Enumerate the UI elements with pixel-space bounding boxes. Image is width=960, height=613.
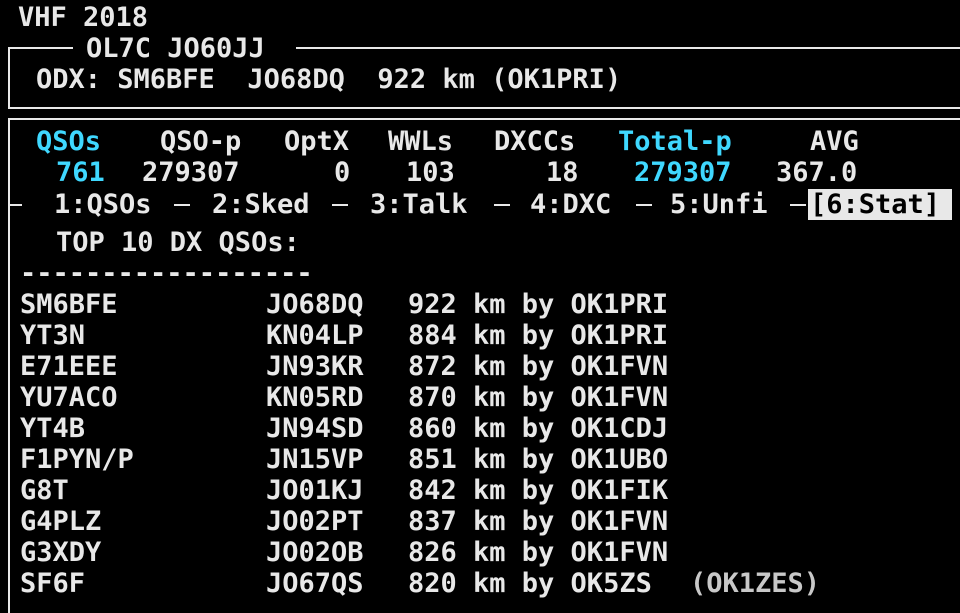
stat-value-optx: 0 xyxy=(334,157,351,188)
dx-list-separator: ------------------ xyxy=(20,258,313,289)
box-left-border xyxy=(8,47,10,109)
stat-value-total-p: 279307 xyxy=(634,157,732,188)
dx-locator: JO02PT xyxy=(266,506,364,537)
stat-value-qsos: 761 xyxy=(56,157,105,188)
dx-call: G8T xyxy=(20,475,69,506)
stat-header-dxccs: DXCCs xyxy=(494,126,576,157)
dx-call: YT4B xyxy=(20,413,86,444)
stat-header-avg: AVG xyxy=(810,126,859,157)
tab-qsos[interactable]: 1:QSOs xyxy=(54,189,152,220)
tab-separator xyxy=(790,204,806,206)
stat-header-total-p: Total-p xyxy=(618,126,732,157)
table-row: SM6BFE JO68DQ 922 km by OK1PRI xyxy=(0,289,960,320)
box-bottom-border xyxy=(8,107,960,109)
stat-header-wwls: WWLs xyxy=(388,126,454,157)
dx-locator: KN04LP xyxy=(266,320,364,351)
dx-extra-operator: (OK1ZES) xyxy=(690,568,821,599)
tab-separator xyxy=(174,204,190,206)
tab-stat-active[interactable]: [6:Stat] xyxy=(808,189,952,220)
dx-locator: JO67QS xyxy=(266,568,364,599)
tab-bar-left-line xyxy=(8,204,22,206)
dx-distance: 884 km by OK1PRI xyxy=(408,320,669,351)
dx-locator: JO02OB xyxy=(266,537,364,568)
dx-distance: 851 km by OK1UBO xyxy=(408,444,669,475)
stat-value-qso-p: 279307 xyxy=(142,157,240,188)
terminal-screen: VHF 2018 OL7C JO60JJ ODX: SM6BFE JO68DQ … xyxy=(0,0,960,613)
dx-locator: JO01KJ xyxy=(266,475,364,506)
tab-talk[interactable]: 3:Talk xyxy=(370,189,468,220)
dx-locator: JN93KR xyxy=(266,351,364,382)
table-row: G8T JO01KJ 842 km by OK1FIK xyxy=(0,475,960,506)
dx-call: G3XDY xyxy=(20,537,102,568)
stat-header-qsos: QSOs xyxy=(36,126,102,157)
table-row: E71EEE JN93KR 872 km by OK1FVN xyxy=(0,351,960,382)
dx-distance: 860 km by OK1CDJ xyxy=(408,413,669,444)
stat-value-dxccs: 18 xyxy=(546,157,579,188)
stats-box-top-border xyxy=(8,118,960,120)
dx-call: E71EEE xyxy=(20,351,118,382)
stat-value-avg: 367.0 xyxy=(776,157,858,188)
dx-distance: 842 km by OK1FIK xyxy=(408,475,669,506)
dx-call: G4PLZ xyxy=(20,506,102,537)
dx-locator: KN05RD xyxy=(266,382,364,413)
tab-sked[interactable]: 2:Sked xyxy=(212,189,310,220)
dx-distance: 826 km by OK1FVN xyxy=(408,537,669,568)
dx-distance: 837 km by OK1FVN xyxy=(408,506,669,537)
dx-call: SF6F xyxy=(20,568,86,599)
dx-distance: 870 km by OK1FVN xyxy=(408,382,669,413)
stat-value-wwls: 103 xyxy=(406,157,455,188)
dx-locator: JO68DQ xyxy=(266,289,364,320)
tab-separator xyxy=(494,204,510,206)
tab-unfi[interactable]: 5:Unfi xyxy=(670,189,768,220)
dx-call: SM6BFE xyxy=(20,289,118,320)
table-row: YU7ACO KN05RD 870 km by OK1FVN xyxy=(0,382,960,413)
stat-header-optx: OptX xyxy=(284,126,350,157)
dx-call: YT3N xyxy=(20,320,86,351)
box-top-right-border xyxy=(296,47,960,49)
dx-locator: JN15VP xyxy=(266,444,364,475)
table-row: SF6F JO67QS 820 km by OK5ZS (OK1ZES) xyxy=(0,568,960,599)
dx-call: F1PYN/P xyxy=(20,444,134,475)
dx-locator: JN94SD xyxy=(266,413,364,444)
table-row: YT4B JN94SD 860 km by OK1CDJ xyxy=(0,413,960,444)
dx-list-heading: TOP 10 DX QSOs: xyxy=(56,227,300,258)
dx-distance: 872 km by OK1FVN xyxy=(408,351,669,382)
table-row: G3XDY JO02OB 826 km by OK1FVN xyxy=(0,537,960,568)
table-row: F1PYN/P JN15VP 851 km by OK1UBO xyxy=(0,444,960,475)
table-row: G4PLZ JO02PT 837 km by OK1FVN xyxy=(0,506,960,537)
dx-distance: 820 km by OK5ZS xyxy=(408,568,652,599)
station-title: OL7C JO60JJ xyxy=(86,33,265,64)
tab-separator xyxy=(636,204,652,206)
odx-line: ODX: SM6BFE JO68DQ 922 km (OK1PRI) xyxy=(36,64,622,95)
dx-call: YU7ACO xyxy=(20,382,118,413)
app-title: VHF 2018 xyxy=(18,2,149,33)
tab-dxc[interactable]: 4:DXC xyxy=(530,189,611,220)
table-row: YT3N KN04LP 884 km by OK1PRI xyxy=(0,320,960,351)
box-top-left-border xyxy=(8,47,73,49)
tab-separator xyxy=(332,204,348,206)
dx-distance: 922 km by OK1PRI xyxy=(408,289,669,320)
stat-header-qso-p: QSO-p xyxy=(160,126,242,157)
